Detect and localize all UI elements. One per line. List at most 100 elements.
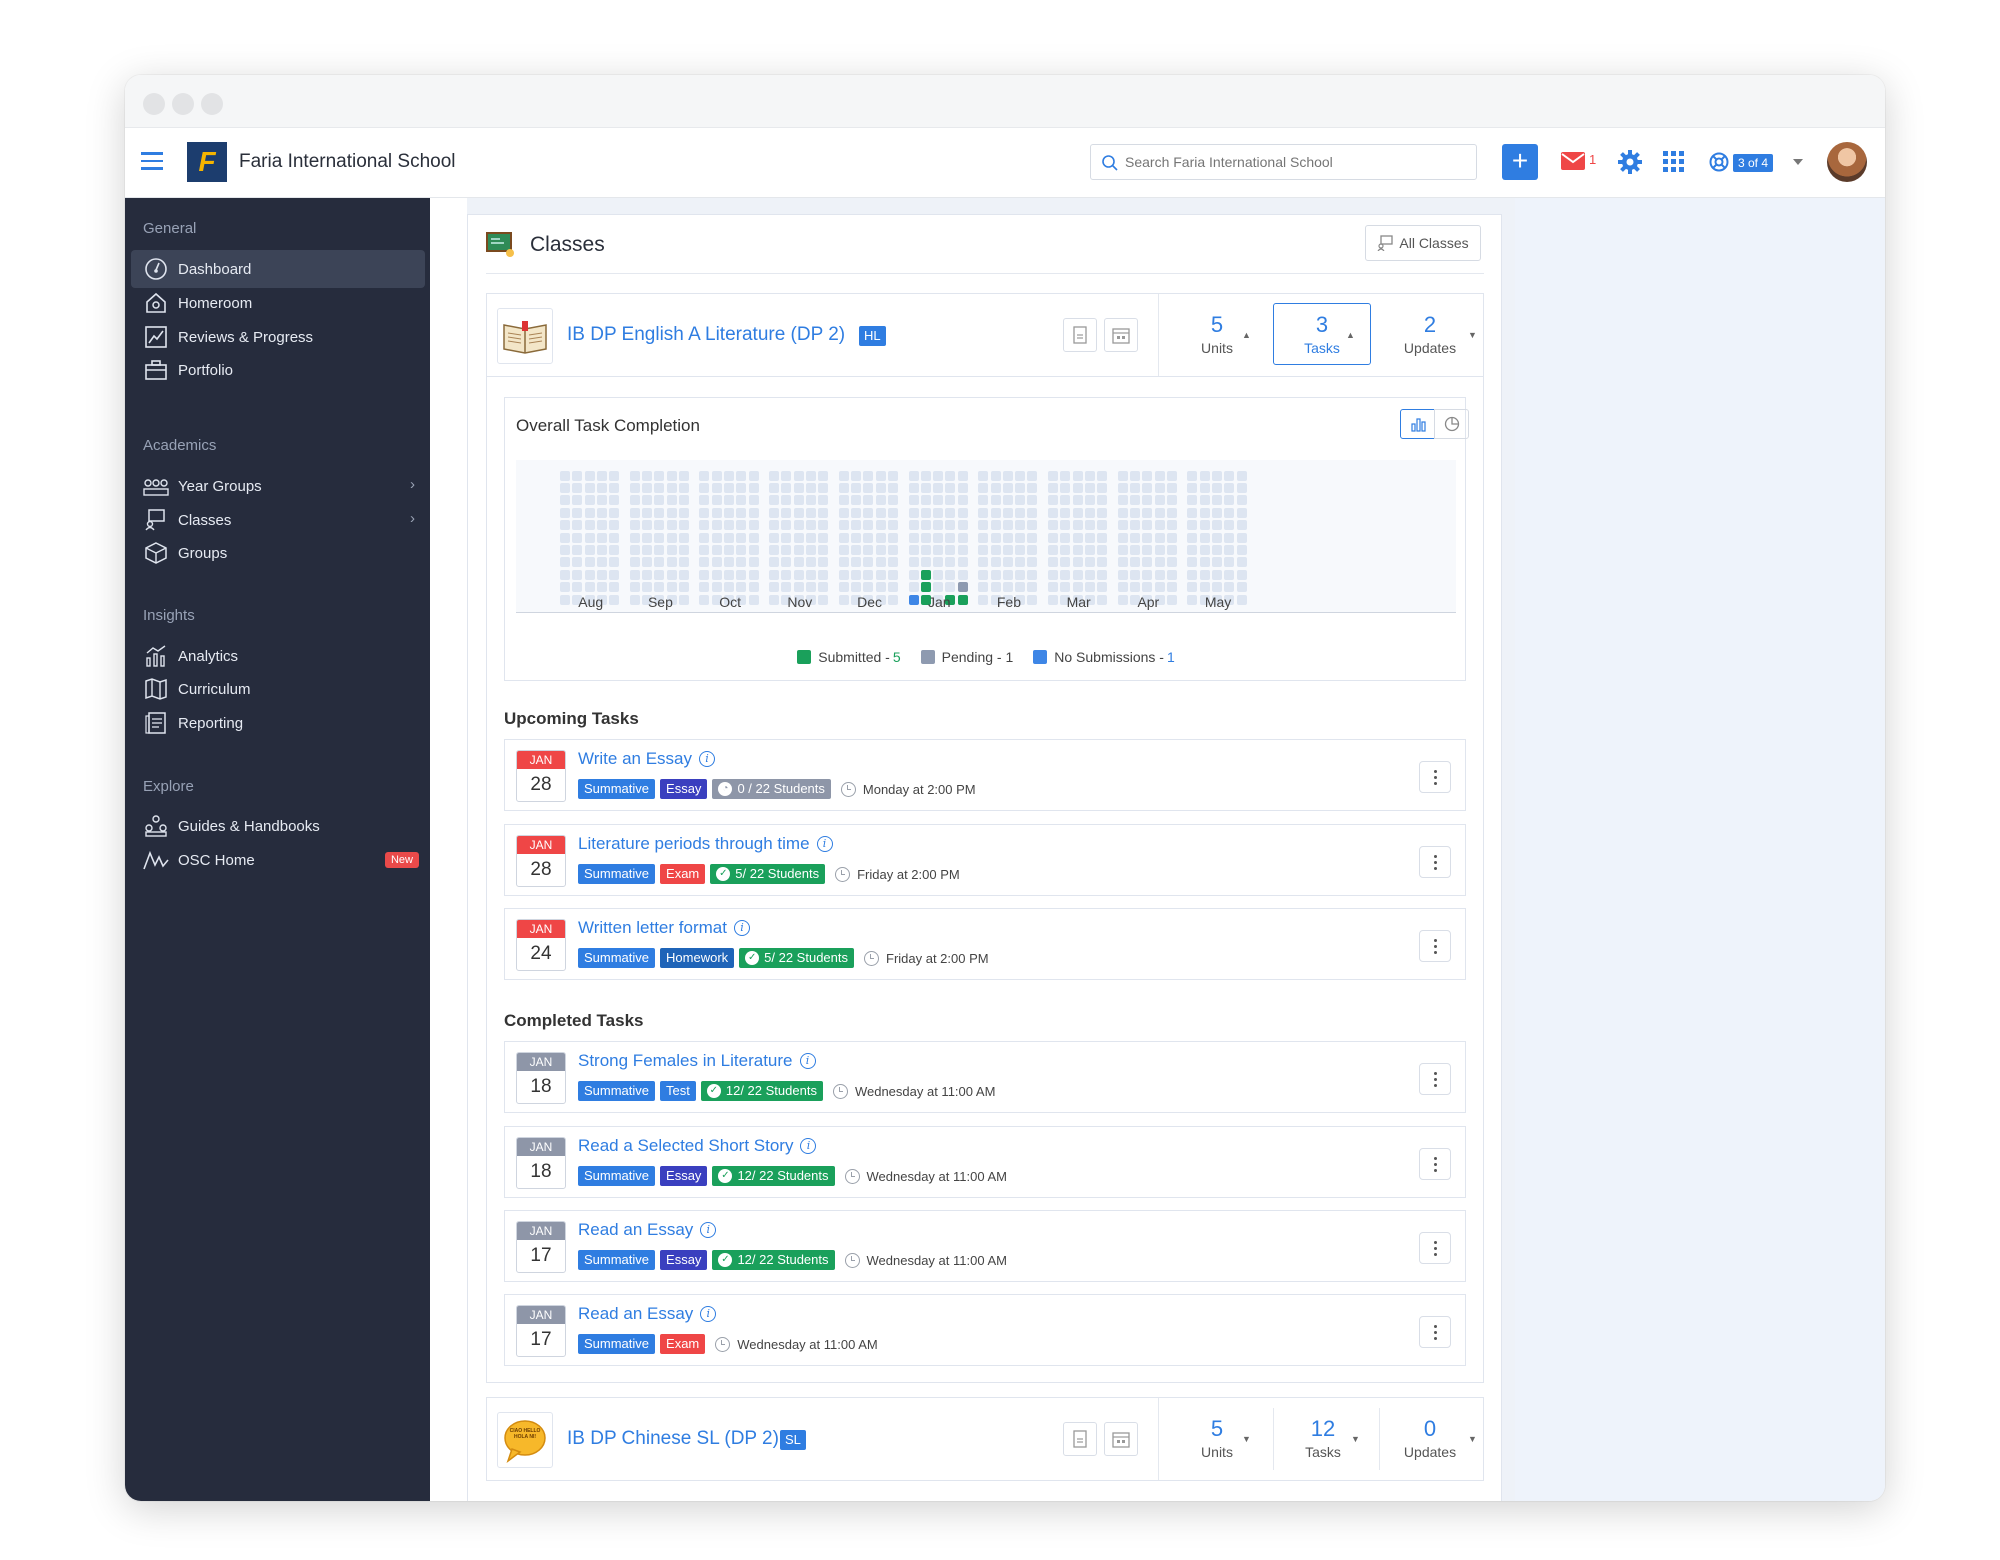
heatmap-cell xyxy=(863,495,874,506)
tasks-stat-selected[interactable]: 3 Tasks ▲ xyxy=(1273,303,1371,365)
info-icon[interactable]: i xyxy=(700,1222,717,1238)
mail-count[interactable]: 1 xyxy=(1589,152,1596,167)
heatmap-cell xyxy=(990,483,1001,493)
sidebar-item-curriculum[interactable]: Curriculum xyxy=(131,670,425,708)
heatmap-cell xyxy=(863,483,874,493)
class-logo-speech[interactable]: CIAO HELLO HOLA NI! xyxy=(497,1412,553,1468)
add-button[interactable]: + xyxy=(1502,144,1538,180)
heatmap-cell xyxy=(818,569,829,580)
task-title-link[interactable]: Write an Essay i xyxy=(578,749,716,769)
window-minimize-dot[interactable] xyxy=(172,93,194,115)
sidebar-item-reporting[interactable]: Reporting xyxy=(131,704,425,742)
task-tags: Summative Essay ✓ 12/ 22 Students Wednesd… xyxy=(578,1250,1007,1270)
task-title-link[interactable]: Literature periods through time i xyxy=(578,834,833,854)
task-title-link[interactable]: Read a Selected Short Story i xyxy=(578,1136,817,1156)
updates-stat[interactable]: 2 Updates ▼ xyxy=(1380,294,1480,376)
main-area: Classes All Classes IB DP English A Lite… xyxy=(430,198,1885,1501)
heatmap-cell xyxy=(1142,470,1153,481)
task-row[interactable]: JAN 17 Read an Essay i Summative Exam Wedn… xyxy=(504,1294,1466,1366)
sidebar-item-year-groups[interactable]: Year Groups › xyxy=(131,467,425,505)
heatmap-cell xyxy=(1199,507,1210,518)
help-lifebuoy-icon[interactable] xyxy=(1709,152,1729,172)
help-dropdown-caret-icon[interactable] xyxy=(1793,159,1803,165)
heatmap-cell xyxy=(584,582,595,593)
sidebar-item-homeroom[interactable]: Homeroom xyxy=(131,284,425,322)
sidebar-item-guides-handbooks[interactable]: Guides & Handbooks xyxy=(131,807,425,845)
window-maximize-dot[interactable] xyxy=(201,93,223,115)
heatmap-cell xyxy=(957,532,968,543)
info-icon[interactable]: i xyxy=(700,1306,717,1322)
task-row[interactable]: JAN 18 Read a Selected Short Story i Summa… xyxy=(504,1126,1466,1198)
more-options-button[interactable] xyxy=(1419,930,1451,962)
tasks-stat[interactable]: 12 Tasks ▼ xyxy=(1273,1398,1373,1480)
heatmap-cell-filled[interactable] xyxy=(920,569,931,580)
more-options-button[interactable] xyxy=(1419,1148,1451,1180)
help-progress-badge[interactable]: 3 of 4 xyxy=(1733,154,1774,172)
heatmap-cell xyxy=(945,557,956,568)
class-calendar-button[interactable] xyxy=(1104,318,1138,352)
heatmap-cell xyxy=(838,507,849,518)
more-options-button[interactable] xyxy=(1419,1316,1451,1348)
all-classes-button[interactable]: All Classes xyxy=(1365,225,1481,261)
legend-swatch-no-submissions xyxy=(1033,650,1048,664)
units-stat[interactable]: 5 Units ▲ xyxy=(1167,294,1267,376)
class-notebook-button[interactable] xyxy=(1063,318,1097,352)
class-logo-book[interactable] xyxy=(497,308,553,364)
task-title-link[interactable]: Written letter format i xyxy=(578,918,750,938)
heatmap-cell xyxy=(851,545,862,555)
search-input[interactable] xyxy=(1125,151,1465,173)
heatmap-cell xyxy=(908,520,919,531)
heatmap-cell xyxy=(654,470,665,481)
info-icon[interactable]: i xyxy=(799,1053,816,1069)
class-name-link[interactable]: IB DP English A Literature (DP 2) xyxy=(567,324,845,346)
class-name-link[interactable]: IB DP Chinese SL (DP 2) xyxy=(567,1428,779,1450)
sidebar-item-dashboard[interactable]: Dashboard xyxy=(131,250,425,288)
heatmap-cell-filled[interactable] xyxy=(920,582,931,593)
task-due: Friday at 2:00 PM xyxy=(864,950,989,966)
mail-icon[interactable] xyxy=(1561,152,1585,170)
window-close-dot[interactable] xyxy=(143,93,165,115)
sidebar-item-portfolio[interactable]: Portfolio xyxy=(131,351,425,389)
updates-stat[interactable]: 0 Updates ▼ xyxy=(1380,1398,1480,1480)
clock-icon xyxy=(844,1252,860,1268)
heatmap-cell xyxy=(560,569,570,580)
heatmap-cell xyxy=(629,495,640,506)
heatmap-cell xyxy=(933,483,944,493)
heatmap-cell xyxy=(1236,569,1247,580)
heatmap-cell xyxy=(1097,532,1108,543)
info-icon[interactable]: i xyxy=(733,920,750,936)
hamburger-menu-icon[interactable] xyxy=(141,152,163,170)
info-icon[interactable]: i xyxy=(800,1138,817,1154)
heatmap-cell xyxy=(560,483,570,493)
heatmap-cell xyxy=(748,507,759,518)
search-box[interactable] xyxy=(1090,144,1477,180)
info-icon[interactable]: i xyxy=(699,751,716,767)
class-calendar-button[interactable] xyxy=(1104,1422,1138,1456)
info-icon[interactable]: i xyxy=(816,836,833,852)
school-name[interactable]: Faria International School xyxy=(239,151,456,173)
heatmap-cell xyxy=(1166,507,1177,518)
sidebar-item-osc-home[interactable]: OSC Home New xyxy=(131,841,425,879)
more-options-button[interactable] xyxy=(1419,846,1451,878)
apps-grid-icon[interactable] xyxy=(1663,151,1685,173)
task-row[interactable]: JAN 28 Literature periods through time i S… xyxy=(504,824,1466,896)
more-options-button[interactable] xyxy=(1419,1063,1451,1095)
task-title-link[interactable]: Read an Essay i xyxy=(578,1304,717,1324)
more-options-button[interactable] xyxy=(1419,1232,1451,1264)
sidebar-item-groups[interactable]: Groups xyxy=(131,534,425,572)
user-avatar[interactable] xyxy=(1827,142,1867,182)
task-title-link[interactable]: Read an Essay i xyxy=(578,1220,717,1240)
class-notebook-button[interactable] xyxy=(1063,1422,1097,1456)
school-logo[interactable]: F xyxy=(187,142,227,182)
task-row[interactable]: JAN 24 Written letter format i Summative H… xyxy=(504,908,1466,980)
heatmap-cell-filled[interactable] xyxy=(957,582,968,593)
sidebar-item-label: Year Groups xyxy=(178,477,262,495)
more-options-button[interactable] xyxy=(1419,761,1451,793)
task-title-link[interactable]: Strong Females in Literature i xyxy=(578,1051,816,1071)
gear-icon[interactable] xyxy=(1618,150,1642,174)
task-row[interactable]: JAN 18 Strong Females in Literature i Summ… xyxy=(504,1041,1466,1113)
task-row[interactable]: JAN 28 Write an Essay i Summative Essay ◔ 0… xyxy=(504,739,1466,811)
units-stat[interactable]: 5 Units ▼ xyxy=(1167,1398,1267,1480)
task-row[interactable]: JAN 17 Read an Essay i Summative Essay ✓ 12… xyxy=(504,1210,1466,1282)
heatmap-cell xyxy=(945,569,956,580)
